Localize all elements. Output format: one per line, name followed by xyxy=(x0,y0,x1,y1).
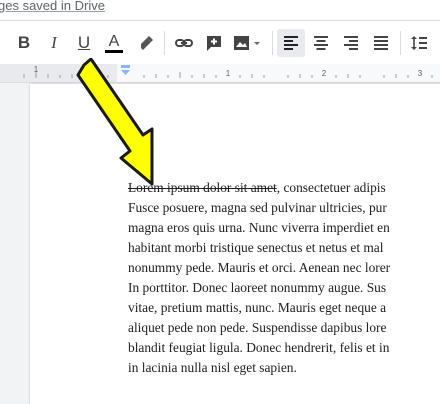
align-right-button[interactable] xyxy=(337,29,365,57)
yellow-arrow-annotation xyxy=(76,58,154,186)
insert-comment-button[interactable] xyxy=(200,29,228,57)
horizontal-ruler[interactable]: 1 1 2 3 xyxy=(0,64,440,83)
highlight-pen-icon xyxy=(141,36,153,50)
text-color-swatch xyxy=(105,49,123,53)
document-line: vitae, pretium mattis, nunc. Mauris eget… xyxy=(128,300,387,315)
document-line: Lorem ipsum dolor sit amet, consectetuer… xyxy=(128,178,440,198)
document-line: habitant morbi tristique senectus et net… xyxy=(128,240,384,255)
italic-button[interactable]: I xyxy=(40,29,68,57)
underline-button[interactable]: U xyxy=(70,29,98,57)
align-left-button[interactable] xyxy=(277,29,305,57)
text-color-button[interactable]: A xyxy=(100,29,128,57)
align-right-icon xyxy=(344,36,358,50)
document-line: Fusce posuere, magna sed pulvinar ultric… xyxy=(128,200,387,215)
save-status-text[interactable]: ges saved in Drive xyxy=(0,0,105,14)
document-line: magna eros quis urna. Nunc viverra imper… xyxy=(128,220,390,235)
save-status-bar: ges saved in Drive xyxy=(0,0,440,20)
line-spacing-icon xyxy=(411,36,427,50)
insert-image-button[interactable] xyxy=(230,29,264,57)
line-spacing-button[interactable] xyxy=(405,29,433,57)
svg-text:1: 1 xyxy=(226,69,231,78)
insert-comment-icon xyxy=(207,36,221,51)
toolbar-divider xyxy=(164,31,165,55)
bold-button[interactable]: B xyxy=(10,29,38,57)
highlight-color-button[interactable] xyxy=(132,29,160,57)
formatting-toolbar: B I U A xyxy=(0,20,440,66)
line-continuation: , consectetuer adipis xyxy=(276,180,386,195)
link-icon xyxy=(175,39,193,47)
document-line: aliquet pede non pede. Suspendisse dapib… xyxy=(128,320,387,335)
insert-image-icon xyxy=(234,36,260,50)
align-center-icon xyxy=(314,36,328,50)
align-justify-icon xyxy=(374,36,388,50)
svg-text:3: 3 xyxy=(418,69,423,78)
svg-text:1: 1 xyxy=(34,65,39,74)
document-line: nonummy pede. Mauris et orci. Aenean nec… xyxy=(128,260,391,275)
align-justify-button[interactable] xyxy=(367,29,395,57)
svg-text:2: 2 xyxy=(322,69,327,78)
ruler-scale: 1 1 2 3 xyxy=(0,64,433,82)
toolbar-divider xyxy=(272,31,273,55)
document-body[interactable]: Lorem ipsum dolor sit amet, consectetuer… xyxy=(128,178,440,378)
toolbar-divider xyxy=(400,31,401,55)
text-color-label: A xyxy=(108,32,120,50)
align-center-button[interactable] xyxy=(307,29,335,57)
document-line: in lacinia nulla nisl eget sapien. xyxy=(128,360,297,375)
document-line: blandit feugiat ligula. Donec hendrerit,… xyxy=(128,340,390,355)
insert-link-button[interactable] xyxy=(170,29,198,57)
align-left-icon xyxy=(284,36,298,50)
document-line: In porttitor. Donec laoreet nonummy augu… xyxy=(128,280,387,295)
